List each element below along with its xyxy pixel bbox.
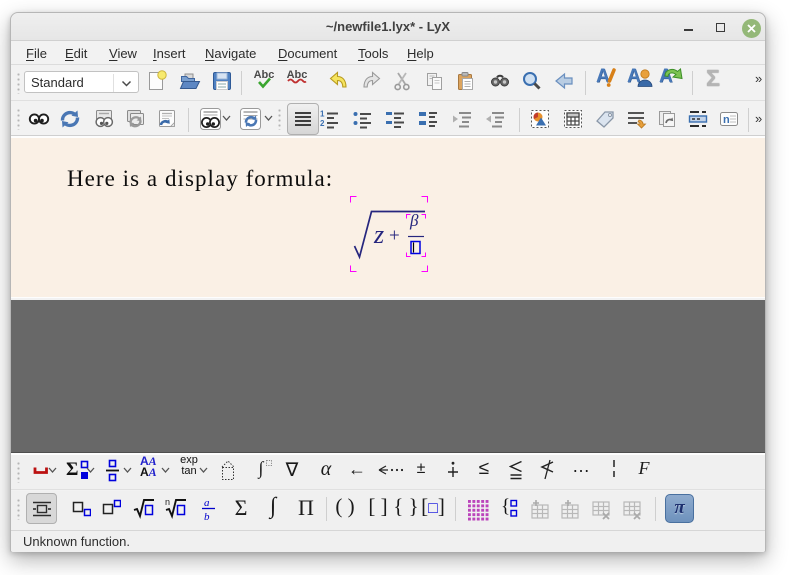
svg-text:z: z xyxy=(373,220,384,249)
svg-text:n: n xyxy=(723,114,730,126)
svg-text:+: + xyxy=(389,226,400,247)
svg-text:n: n xyxy=(165,497,170,507)
svg-text:2: 2 xyxy=(320,119,325,128)
svg-text:β: β xyxy=(409,211,419,230)
svg-text:b: b xyxy=(204,511,210,522)
svg-text:a: a xyxy=(204,497,210,509)
svg-text:1: 1 xyxy=(320,110,325,119)
